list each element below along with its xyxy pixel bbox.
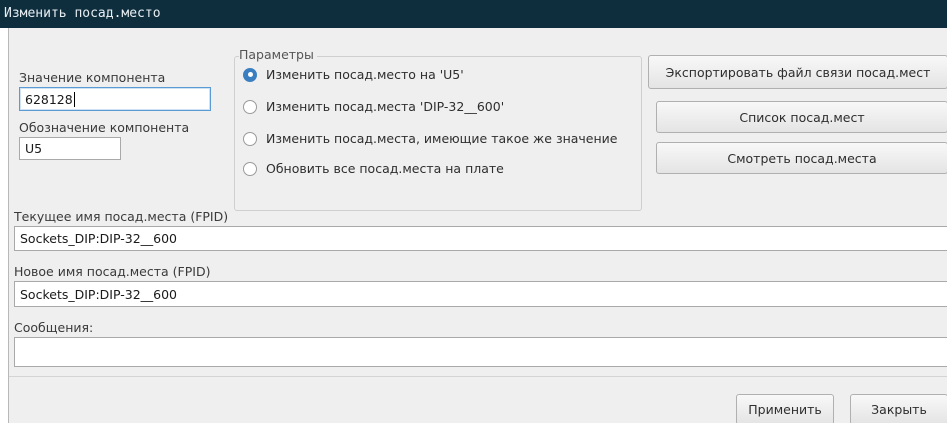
new-fpid-label: Новое имя посад.места (FPID) (14, 264, 211, 279)
radio-update-all[interactable]: Обновить все посад.места на плате (243, 161, 504, 176)
messages-label: Сообщения: (14, 320, 94, 335)
radio-label: Изменить посад.место на 'U5' (266, 67, 464, 82)
close-button[interactable]: Закрыть (850, 394, 947, 423)
new-fpid-input[interactable]: Sockets_DIP:DIP-32__600 (14, 281, 947, 307)
component-reference-input[interactable]: U5 (19, 137, 121, 160)
new-fpid-text: Sockets_DIP:DIP-32__600 (20, 286, 178, 302)
current-fpid-text: Sockets_DIP:DIP-32__600 (20, 231, 178, 246)
view-footprints-button[interactable]: Смотреть посад.места (656, 142, 947, 174)
text-caret (73, 91, 75, 107)
radio-unchecked-icon (243, 99, 257, 114)
radio-label: Изменить посад.места, имеющие такое же з… (266, 131, 618, 146)
radio-change-this-footprint[interactable]: Изменить посад.место на 'U5' (243, 67, 464, 82)
component-value-label: Значение компонента (19, 70, 166, 85)
current-fpid-label: Текущее имя посад.места (FPID) (14, 209, 229, 224)
radio-change-same-footprint[interactable]: Изменить посад.места 'DIP-32__600' (243, 99, 504, 114)
component-value-text: 628128 (25, 91, 73, 107)
footer-separator (9, 376, 947, 377)
parameters-title: Параметры (239, 47, 317, 62)
current-fpid-input[interactable]: Sockets_DIP:DIP-32__600 (14, 226, 947, 251)
window-title: Изменить посад.место (4, 6, 161, 21)
messages-area[interactable] (14, 337, 947, 367)
radio-change-same-value[interactable]: Изменить посад.места, имеющие такое же з… (243, 131, 617, 146)
export-footprint-link-button[interactable]: Экспортировать файл связи посад.мест (648, 55, 947, 89)
apply-button[interactable]: Применить (736, 394, 834, 423)
radio-checked-icon (243, 67, 257, 82)
component-reference-text: U5 (25, 141, 43, 156)
dialog-body: Значение компонента 628128 Обозначение к… (8, 28, 947, 423)
component-value-input[interactable]: 628128 (19, 87, 211, 111)
radio-unchecked-icon (243, 161, 257, 176)
radio-label: Обновить все посад.места на плате (266, 161, 504, 176)
window-titlebar: Изменить посад.место (0, 0, 947, 28)
radio-unchecked-icon (243, 131, 257, 146)
component-reference-label: Обозначение компонента (19, 120, 190, 135)
radio-label: Изменить посад.места 'DIP-32__600' (266, 99, 505, 114)
footprint-list-button[interactable]: Список посад.мест (656, 101, 947, 133)
